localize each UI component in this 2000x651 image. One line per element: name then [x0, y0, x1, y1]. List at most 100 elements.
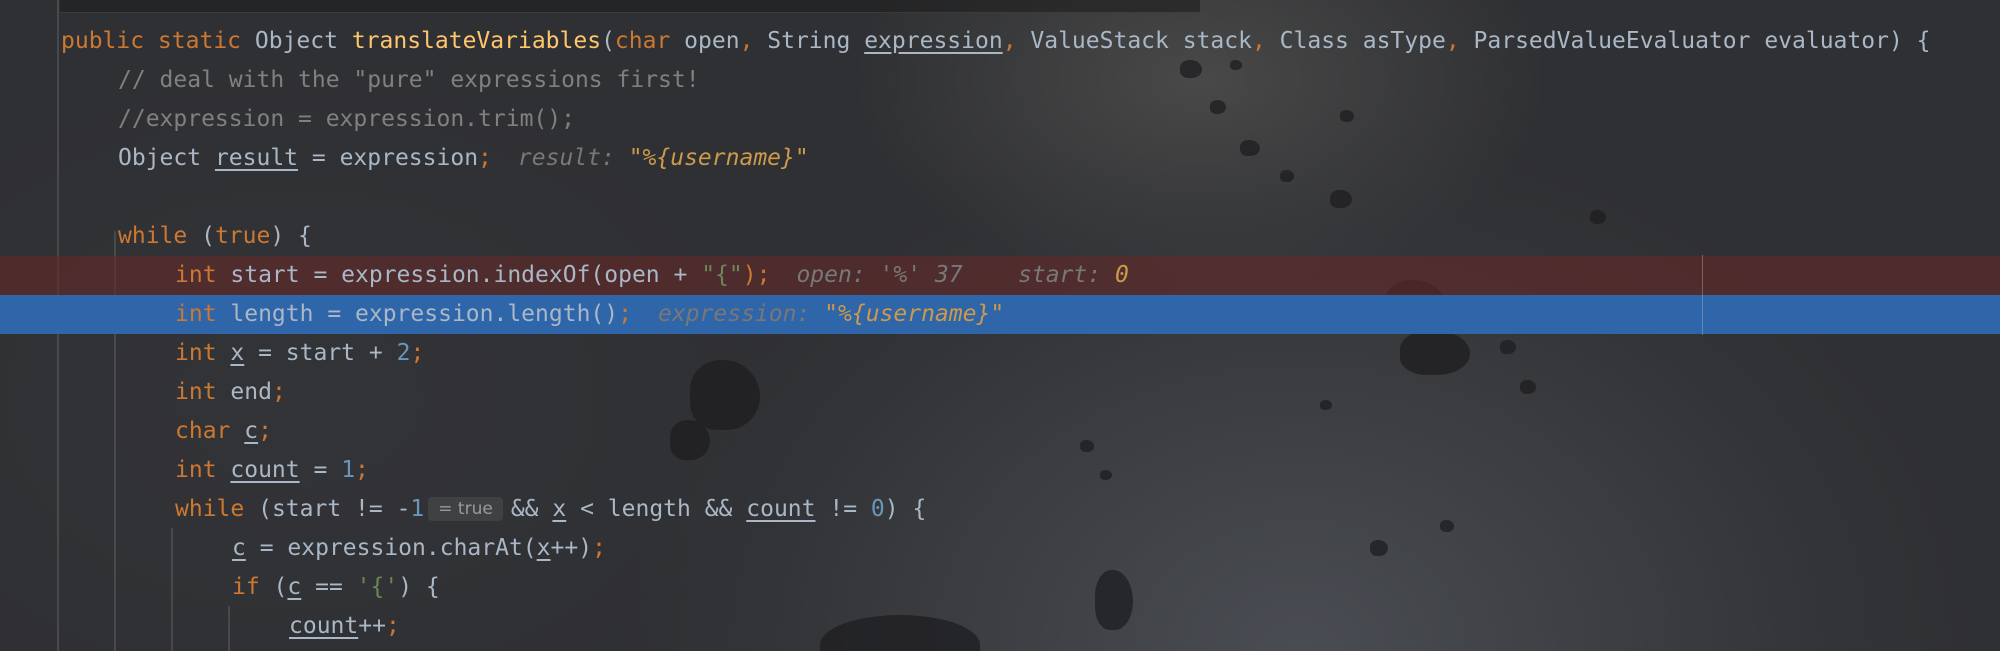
reassigned-variable-token: c — [232, 535, 246, 561]
code-token: Object — [254, 28, 352, 54]
code-token: length = expression.length() — [230, 301, 619, 327]
code-token: (start != - — [258, 496, 411, 522]
code-text: int end; — [175, 373, 286, 412]
debug-value-label: open: '%' 37 — [796, 262, 963, 288]
code-token: < length && — [566, 496, 747, 522]
code-text: Object result = expression; result: "%{us… — [118, 139, 809, 178]
keyword-token: true — [214, 223, 271, 249]
code-line[interactable]: public static Object translateVariables(… — [0, 22, 2000, 61]
reassigned-variable-token: c — [244, 418, 259, 444]
code-token: ( — [201, 223, 215, 249]
keyword-token: int — [175, 379, 231, 405]
debug-value: 0 — [1101, 262, 1129, 288]
inline-debug-value[interactable]: result: "%{username}" — [518, 145, 809, 171]
method-name-token: translateVariables — [351, 28, 602, 54]
reassigned-variable-token: x — [230, 340, 245, 366]
code-token: && — [510, 496, 553, 522]
code-text: c = expression.charAt(x++); — [232, 529, 606, 568]
keyword-token: int — [175, 457, 231, 483]
code-token: != — [815, 496, 871, 522]
breakpoint-line[interactable]: int start = expression.indexOf(open + "{… — [0, 256, 2000, 295]
code-token: end — [230, 379, 272, 405]
code-line[interactable]: // deal with the "pure" expressions firs… — [0, 61, 2000, 100]
code-token: ++) — [550, 535, 593, 561]
keyword-token: int — [175, 301, 231, 327]
number-literal-token: 0 — [870, 496, 885, 522]
keyword-token: if — [232, 574, 274, 600]
number-literal-token: 1 — [410, 496, 425, 522]
code-token: start = expression.indexOf(open + — [230, 262, 702, 288]
keyword-token: ); — [742, 262, 771, 288]
number-literal-token: 1 — [341, 457, 356, 483]
code-line[interactable]: int end; — [0, 373, 2000, 412]
code-text: count++; — [289, 607, 400, 646]
keyword-token: ; — [410, 340, 425, 366]
code-token: ) { — [270, 223, 312, 249]
keyword-token: ; — [355, 457, 369, 483]
string-literal-token: "{" — [701, 262, 743, 288]
code-token: ( — [273, 574, 288, 600]
code-text: int length = expression.length(); express… — [175, 295, 1004, 334]
code-line[interactable]: while (true) { — [0, 217, 2000, 256]
keyword-token: char — [614, 28, 685, 54]
code-token: = start + — [244, 340, 397, 366]
comment-token: //expression = expression.trim(); — [118, 106, 575, 132]
debug-value: "%{username}" — [614, 145, 809, 171]
keyword-token: public static — [61, 28, 255, 54]
code-text: // deal with the "pure" expressions firs… — [118, 61, 700, 100]
debug-value: "%{username}" — [810, 301, 1005, 327]
code-token: = — [299, 457, 342, 483]
keyword-token: char — [175, 418, 245, 444]
code-text: while (start != -1 = true && x < length &&… — [175, 490, 926, 529]
inline-debug-value[interactable]: open: '%' 37 start: 0 — [796, 262, 1128, 288]
keyword-token: , — [1445, 28, 1474, 54]
code-text: char c; — [175, 412, 272, 451]
code-line[interactable]: if (c == '{') { — [0, 568, 2000, 607]
code-token: String — [767, 28, 865, 54]
code-token: ) { — [398, 574, 440, 600]
keyword-token: , — [739, 28, 768, 54]
keyword-token: ; — [258, 418, 272, 444]
keyword-token: ; — [385, 613, 400, 639]
inline-debug-value[interactable]: expression: "%{username}" — [658, 301, 1004, 327]
code-text: if (c == '{') { — [232, 568, 440, 607]
code-text: while (true) { — [118, 217, 312, 256]
code-line[interactable]: c = expression.charAt(x++); — [0, 529, 2000, 568]
code-token: ParsedValueEvaluator evaluator) { — [1473, 28, 1931, 54]
reassigned-variable-token: count — [746, 496, 816, 522]
code-line[interactable]: Object result = expression; result: "%{us… — [0, 139, 2000, 178]
string-literal-token: '{' — [356, 574, 399, 600]
code-line[interactable]: while (start != -1 = true && x < length &&… — [0, 490, 2000, 529]
code-text: int start = expression.indexOf(open + "{… — [175, 256, 1129, 295]
code-line[interactable]: int x = start + 2; — [0, 334, 2000, 373]
code-line[interactable]: //expression = expression.trim(); — [0, 100, 2000, 139]
code-line[interactable]: int count = 1; — [0, 451, 2000, 490]
reassigned-variable-token: x — [536, 535, 551, 561]
code-token: ++ — [358, 613, 386, 639]
keyword-token: while — [118, 223, 202, 249]
code-token: = expression.charAt( — [245, 535, 537, 561]
editor-top-divider — [60, 0, 1200, 13]
code-text: int x = start + 2; — [175, 334, 424, 373]
code-editor[interactable]: public static Object translateVariables (… — [0, 0, 2000, 651]
debug-value-label: expression: — [657, 301, 811, 327]
inline-evaluation-badge: = true — [428, 497, 503, 521]
code-token: open — [684, 28, 740, 54]
execution-point-line[interactable]: int length = expression.length(); express… — [0, 295, 2000, 334]
right-margin-guide — [1702, 255, 1703, 335]
reassigned-variable-token: count — [289, 613, 359, 639]
code-text: int count = 1; — [175, 451, 369, 490]
number-literal-token: 2 — [396, 340, 411, 366]
reassigned-variable-token: expression — [864, 28, 1003, 54]
code-token: ) { — [884, 496, 927, 522]
code-token: ValueStack stack — [1030, 28, 1252, 54]
code-line[interactable]: char c; — [0, 412, 2000, 451]
keyword-token: ; — [618, 301, 632, 327]
keyword-token: , — [1251, 28, 1280, 54]
code-line[interactable]: count++; — [0, 607, 2000, 646]
code-line[interactable] — [0, 178, 2000, 217]
keyword-token: int — [175, 340, 231, 366]
keyword-token: ; — [592, 535, 606, 561]
keyword-token: , — [1002, 28, 1031, 54]
comment-token: // deal with the "pure" expressions firs… — [118, 67, 700, 93]
